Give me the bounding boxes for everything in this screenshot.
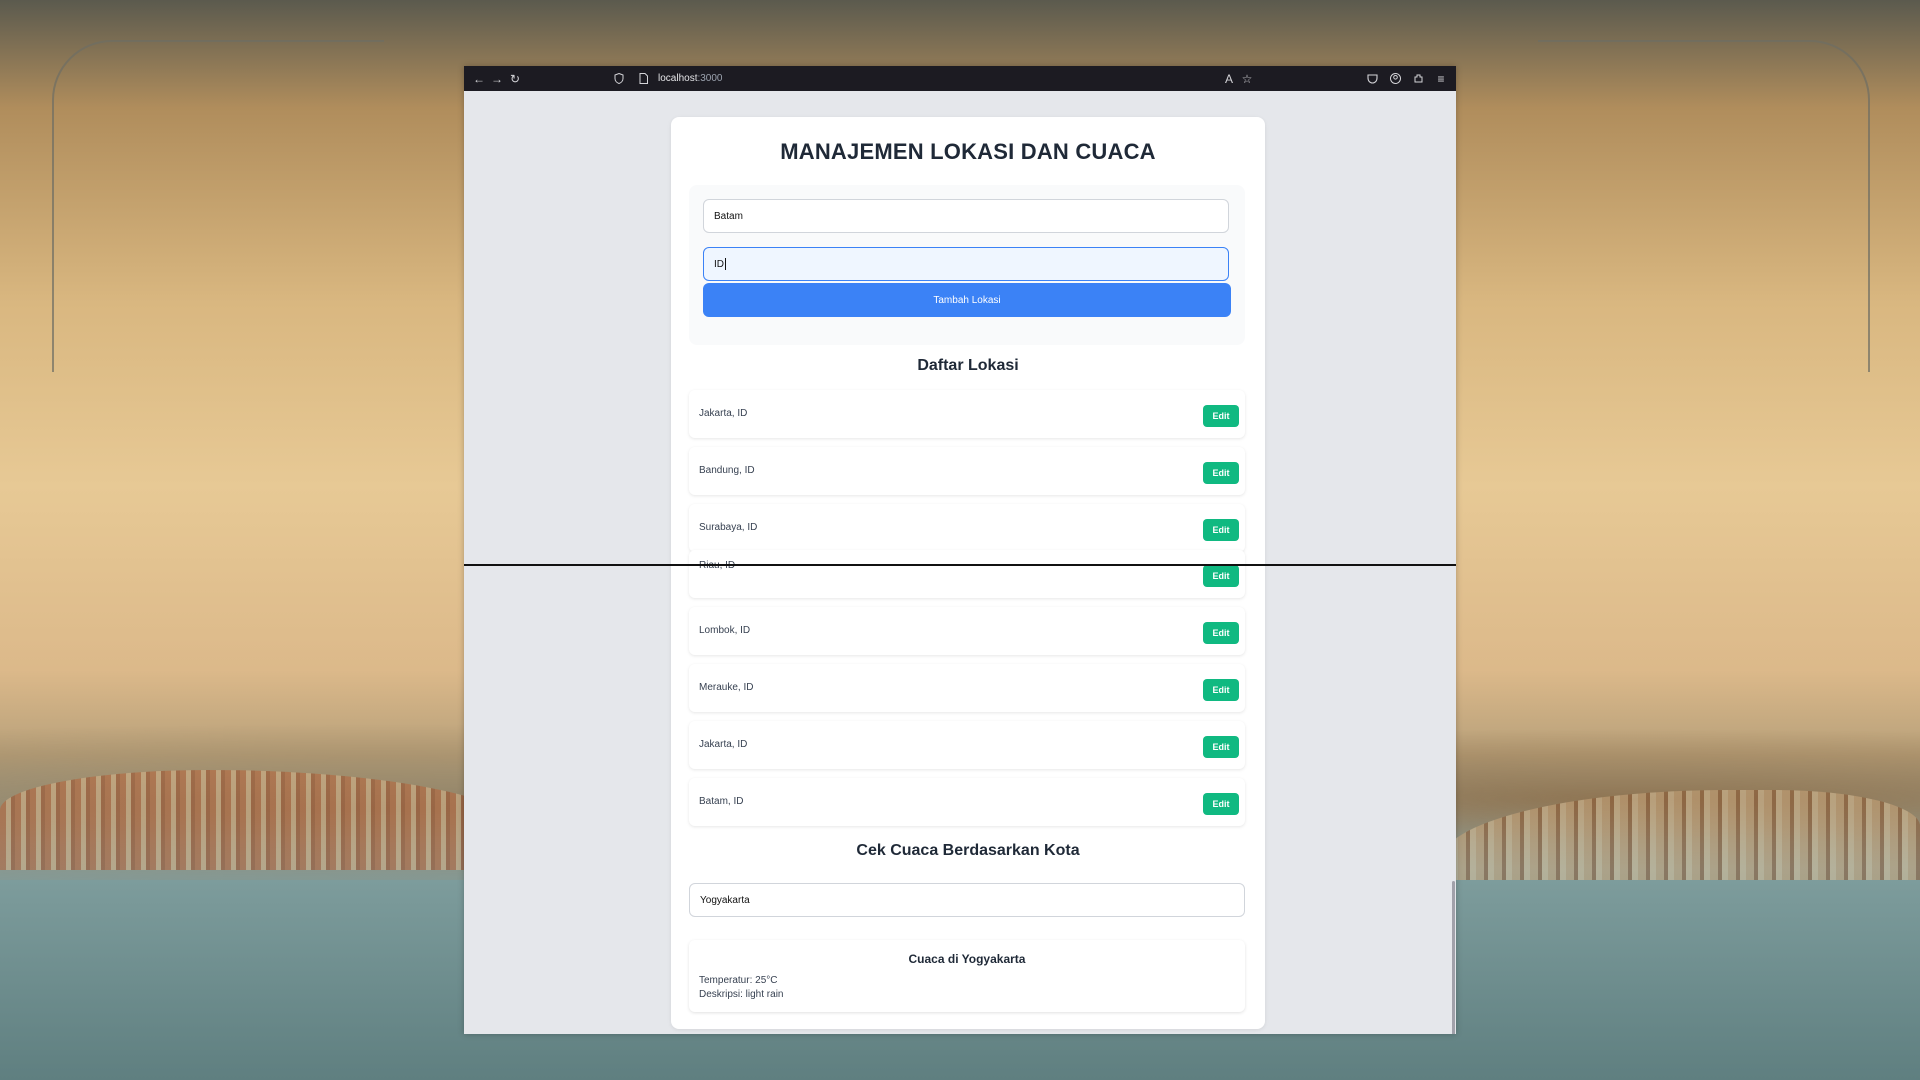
weather-city-input-value: Yogyakarta	[700, 894, 750, 906]
screen-divider-line	[464, 564, 1456, 566]
edit-button[interactable]: Edit	[1203, 405, 1239, 427]
weather-section-title: Cek Cuaca Berdasarkan Kota	[856, 842, 1080, 859]
edit-button[interactable]: Edit	[1203, 736, 1239, 758]
location-label: Surabaya, ID	[699, 522, 758, 533]
edit-button[interactable]: Edit	[1203, 519, 1239, 541]
scrollbar[interactable]	[1450, 91, 1456, 1034]
location-row: Surabaya, ID Edit	[689, 504, 1245, 552]
url-text: localhost:3000	[658, 73, 723, 84]
reload-icon[interactable]: ↻	[506, 70, 524, 88]
page-icon	[634, 70, 652, 88]
weather-description: Deskripsi: light rain	[699, 989, 784, 1000]
location-row: Jakarta, ID Edit	[689, 721, 1245, 769]
add-location-button[interactable]: Tambah Lokasi	[703, 283, 1231, 317]
weather-city-input[interactable]: Yogyakarta	[689, 883, 1245, 917]
city-input-value: Batam	[714, 210, 743, 222]
pocket-icon[interactable]	[1363, 70, 1381, 88]
location-row: Bandung, ID Edit	[689, 447, 1245, 495]
location-row: Riau, ID Edit	[689, 550, 1245, 598]
main-card: MANAJEMEN LOKASI DAN CUACA Batam ID Tamb…	[671, 117, 1265, 1029]
translate-icon[interactable]: A	[1220, 70, 1238, 88]
browser-toolbar: ← → ↻ localhost:3000 A ☆ ≡	[464, 66, 1456, 91]
ornament-frame-right	[1538, 40, 1870, 372]
scrollbar-thumb[interactable]	[1452, 881, 1455, 1034]
weather-result-heading: Cuaca di Yogyakarta	[908, 952, 1026, 966]
location-label: Jakarta, ID	[699, 408, 748, 419]
text-caret	[725, 258, 726, 270]
weather-temperature: Temperatur: 25°C	[699, 975, 778, 986]
edit-button[interactable]: Edit	[1203, 793, 1239, 815]
country-input-value: ID	[714, 258, 724, 270]
location-row: Batam, ID Edit	[689, 778, 1245, 826]
bookmark-star-icon[interactable]: ☆	[1238, 70, 1256, 88]
edit-button[interactable]: Edit	[1203, 622, 1239, 644]
ornament-frame-left	[52, 40, 384, 372]
browser-window: ← → ↻ localhost:3000 A ☆ ≡ MANAJEMEN LOK…	[464, 66, 1456, 1034]
edit-button[interactable]: Edit	[1203, 679, 1239, 701]
shield-icon	[610, 70, 628, 88]
weather-result-card: Cuaca di Yogyakarta Temperatur: 25°C Des…	[689, 940, 1245, 1012]
location-list-title: Daftar Lokasi	[917, 357, 1019, 374]
city-input[interactable]: Batam	[703, 199, 1229, 233]
location-label: Batam, ID	[699, 796, 744, 807]
location-label: Jakarta, ID	[699, 739, 748, 750]
location-label: Lombok, ID	[699, 625, 751, 636]
country-input[interactable]: ID	[703, 247, 1229, 281]
address-bar[interactable]: localhost:3000	[604, 69, 1220, 88]
page-title: MANAJEMEN LOKASI DAN CUACA	[780, 139, 1156, 164]
add-location-form: Batam ID Tambah Lokasi	[689, 185, 1245, 345]
extensions-icon[interactable]	[1409, 70, 1427, 88]
forward-arrow-icon[interactable]: →	[488, 70, 506, 88]
back-arrow-icon[interactable]: ←	[470, 70, 488, 88]
location-row: Lombok, ID Edit	[689, 607, 1245, 655]
edit-button[interactable]: Edit	[1203, 462, 1239, 484]
account-icon[interactable]	[1386, 70, 1404, 88]
location-label: Merauke, ID	[699, 682, 754, 693]
location-label: Bandung, ID	[699, 465, 755, 476]
menu-icon[interactable]: ≡	[1432, 70, 1450, 88]
edit-button[interactable]: Edit	[1203, 565, 1239, 587]
location-row: Merauke, ID Edit	[689, 664, 1245, 712]
location-row: Jakarta, ID Edit	[689, 390, 1245, 438]
